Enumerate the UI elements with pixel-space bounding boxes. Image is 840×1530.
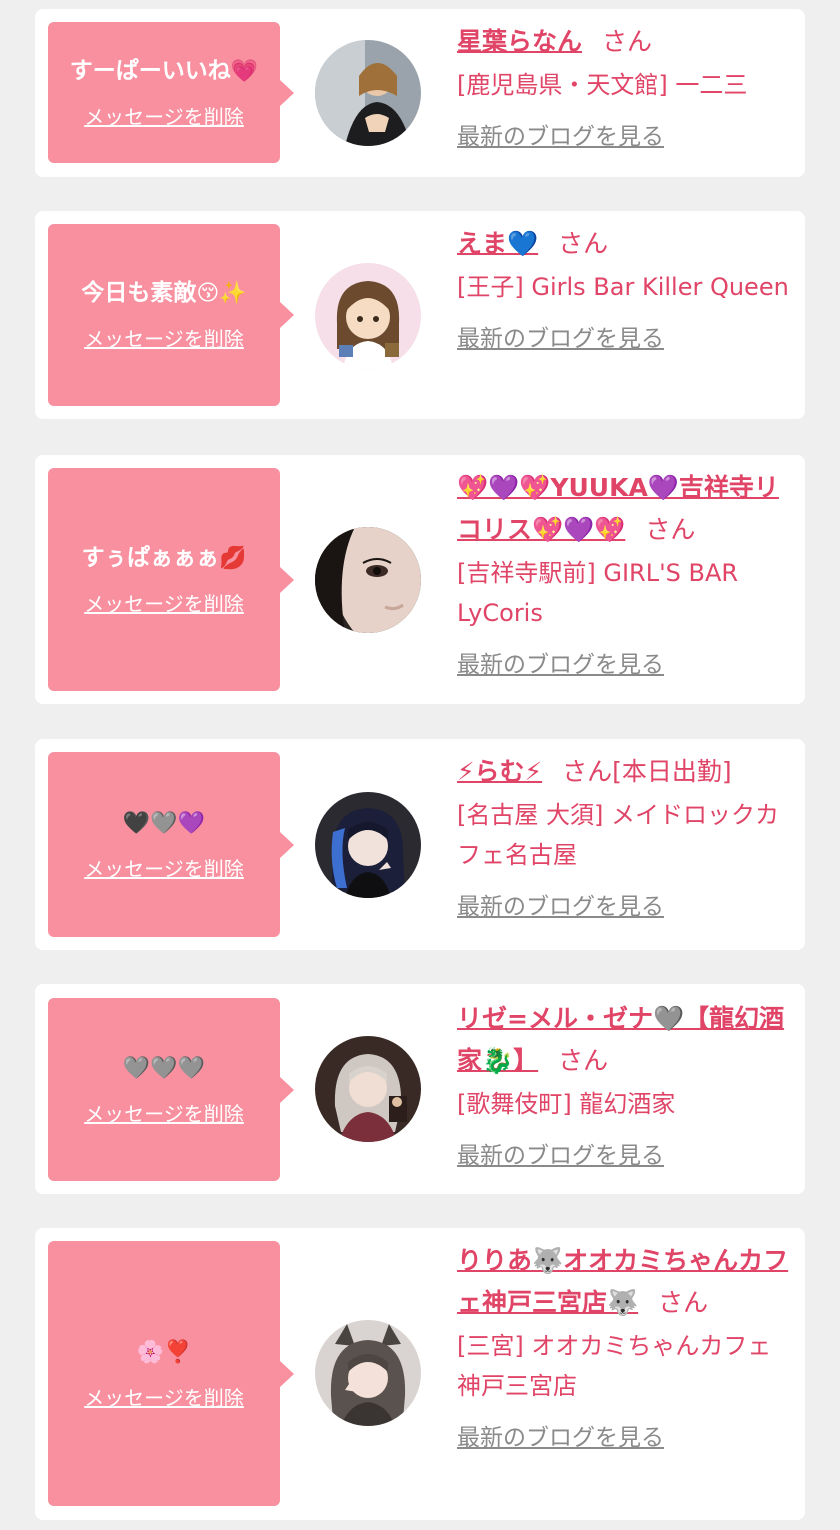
cast-name-link[interactable]: 💖💜💖YUUKA💜吉祥寺リコリス💖💜💖 [457, 473, 779, 544]
message-emoji: 💋 [218, 545, 247, 571]
delete-message-link[interactable]: メッセージを削除 [84, 853, 244, 882]
status-badge: [本日出勤] [612, 757, 732, 786]
latest-blog-link[interactable]: 最新のブログを見る [457, 319, 664, 353]
avatar-photo-icon[interactable] [315, 1036, 421, 1142]
honorific-label: さん [602, 27, 653, 56]
honorific-label: さん [558, 1046, 609, 1075]
cast-info: 💖💜💖YUUKA💜吉祥寺リコリス💖💜💖 さん [吉祥寺駅前] GIRL'S BAR… [457, 467, 793, 679]
delete-message-link[interactable]: メッセージを削除 [84, 101, 244, 130]
cast-name-link[interactable]: えま💙 [457, 229, 538, 258]
message-card: 🖤🩶💜 メッセージを削除 ⚡らむ⚡ さん[本日出勤] [名古屋 大須] メイドロッ… [35, 739, 805, 950]
message-emoji: 🩶🩶🩶 [122, 1055, 206, 1081]
message-bubble: すーぱーいいね💗 メッセージを削除 [48, 22, 294, 163]
message-text: すーぱーいいね💗 [69, 57, 259, 84]
shop-label: [三宮] オオカミちゃんカフェ神戸三宮店 [457, 1332, 772, 1400]
message-text: 🌸❣️ [137, 1337, 192, 1368]
message-emoji: 🖤🩶💜 [122, 810, 206, 836]
honorific-label: さん [562, 757, 613, 786]
honorific-label: さん [558, 229, 609, 258]
shop-label: [鹿児島県・天文館] 一二三 [457, 71, 748, 99]
message-card: 🩶🩶🩶 メッセージを削除 リゼ=メル・ゼナ🩶【龍幻酒家🐉】 さん [歌舞伎町] 龍… [35, 984, 805, 1194]
shop-label: [王子] Girls Bar Killer Queen [457, 273, 789, 301]
message-text: すぅぱぁぁぁ💋 [81, 544, 247, 571]
avatar-photo-icon[interactable] [315, 792, 421, 898]
delete-message-link[interactable]: メッセージを削除 [84, 1098, 244, 1127]
cast-name-link[interactable]: 星葉らなん [457, 27, 582, 56]
latest-blog-link[interactable]: 最新のブログを見る [457, 887, 664, 921]
message-card: 🌸❣️ メッセージを削除 りりあ🐺オオカミちゃんカフェ神戸三宮店🐺 さん [三宮]… [35, 1228, 805, 1520]
delete-message-link[interactable]: メッセージを削除 [84, 1382, 244, 1411]
message-text: 🖤🩶💜 [123, 808, 205, 839]
avatar-photo-icon[interactable] [315, 1320, 421, 1426]
message-list: すーぱーいいね💗 メッセージを削除 星葉らなん さん [鹿児島県・天文館] 一二三… [0, 0, 840, 1530]
cast-name-link[interactable]: りりあ🐺オオカミちゃんカフェ神戸三宮店🐺 [457, 1246, 788, 1317]
avatar-photo-icon[interactable] [315, 527, 421, 633]
latest-blog-link[interactable]: 最新のブログを見る [457, 1136, 664, 1170]
cast-info: リゼ=メル・ゼナ🩶【龍幻酒家🐉】 さん [歌舞伎町] 龍幻酒家 最新のブログを見る [457, 998, 793, 1170]
message-emoji: 😚✨ [196, 281, 247, 306]
delete-message-link[interactable]: メッセージを削除 [84, 323, 244, 352]
latest-blog-link[interactable]: 最新のブログを見る [457, 1418, 664, 1452]
message-text: 今日も素敵😚✨ [81, 280, 247, 306]
cast-info: 星葉らなん さん [鹿児島県・天文館] 一二三 最新のブログを見る [457, 21, 793, 151]
message-emoji: 💗 [230, 58, 259, 84]
cast-info: ⚡らむ⚡ さん[本日出勤] [名古屋 大須] メイドロックカフェ名古屋 最新のブロ… [457, 751, 793, 921]
latest-blog-link[interactable]: 最新のブログを見る [457, 645, 664, 679]
shop-label: [吉祥寺駅前] GIRL'S BAR LyCoris [457, 559, 739, 627]
message-bubble: 🖤🩶💜 メッセージを削除 [48, 752, 294, 937]
avatar-illustration-icon[interactable] [315, 263, 421, 369]
shop-label: [歌舞伎町] 龍幻酒家 [457, 1090, 676, 1118]
message-bubble: 🩶🩶🩶 メッセージを削除 [48, 998, 294, 1181]
honorific-label: さん [645, 515, 696, 544]
message-text: 🩶🩶🩶 [123, 1053, 205, 1084]
honorific-label: さん [658, 1288, 709, 1317]
avatar-photo-icon[interactable] [315, 40, 421, 146]
cast-info: りりあ🐺オオカミちゃんカフェ神戸三宮店🐺 さん [三宮] オオカミちゃんカフェ神戸… [457, 1240, 793, 1452]
delete-message-link[interactable]: メッセージを削除 [84, 588, 244, 617]
cast-name-link[interactable]: リゼ=メル・ゼナ🩶【龍幻酒家🐉】 [457, 1004, 784, 1075]
message-card: すぅぱぁぁぁ💋 メッセージを削除 💖💜💖YUUKA💜吉祥寺リコリス💖💜💖 さん [… [35, 455, 805, 704]
shop-label: [名古屋 大須] メイドロックカフェ名古屋 [457, 801, 779, 869]
message-card: すーぱーいいね💗 メッセージを削除 星葉らなん さん [鹿児島県・天文館] 一二三… [35, 9, 805, 177]
message-card: 今日も素敵😚✨ メッセージを削除 えま💙 さん [王子] Girls Bar Ki… [35, 211, 805, 419]
message-bubble: 🌸❣️ メッセージを削除 [48, 1241, 294, 1506]
cast-info: えま💙 さん [王子] Girls Bar Killer Queen 最新のブログ… [457, 223, 793, 353]
message-bubble: すぅぱぁぁぁ💋 メッセージを削除 [48, 468, 294, 691]
message-emoji: 🌸❣️ [136, 1339, 192, 1365]
latest-blog-link[interactable]: 最新のブログを見る [457, 117, 664, 151]
message-bubble: 今日も素敵😚✨ メッセージを削除 [48, 224, 294, 406]
cast-name-link[interactable]: ⚡らむ⚡ [457, 757, 542, 786]
